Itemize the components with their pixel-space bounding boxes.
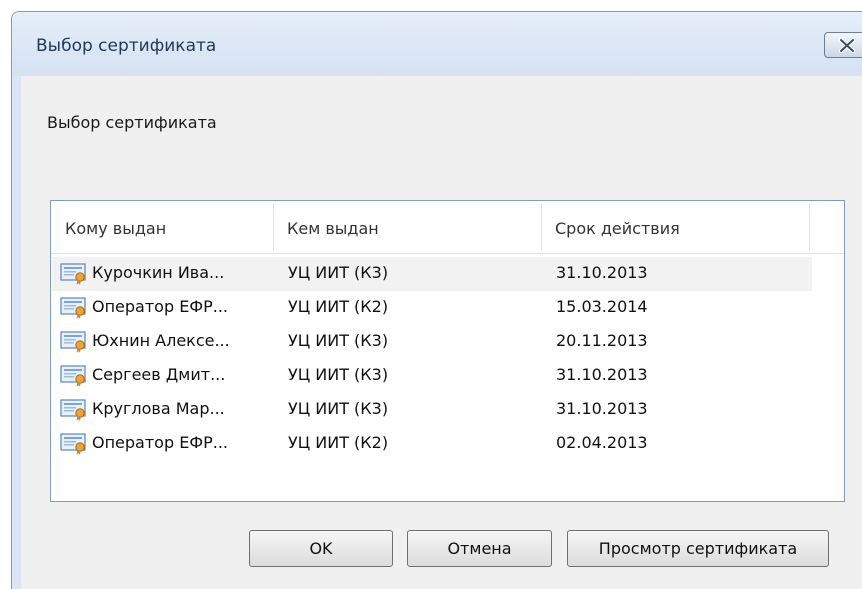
certificate-icon xyxy=(60,433,88,455)
certificate-icon xyxy=(60,263,88,285)
cell-issued-to: Юхнин Алексе... xyxy=(92,331,230,350)
cell-issued-to: Оператор ЕФР... xyxy=(92,433,228,452)
window-title: Выбор сертификата xyxy=(36,36,217,56)
column-divider[interactable] xyxy=(541,203,542,251)
dialog-heading: Выбор сертификата xyxy=(47,113,217,132)
dialog-body: Выбор сертификата Кому выдан Кем выдан С… xyxy=(21,76,862,589)
cell-issued-by: УЦ ИИТ (К3) xyxy=(288,399,389,418)
certificate-icon xyxy=(60,399,88,421)
title-bar[interactable]: Выбор сертификата xyxy=(12,12,862,76)
close-icon xyxy=(839,38,855,53)
cell-issued-to: Оператор ЕФР... xyxy=(92,297,228,316)
button-bar: OK Отмена Просмотр сертификата xyxy=(21,530,862,589)
cell-issued-by: УЦ ИИТ (К3) xyxy=(288,331,389,350)
table-row[interactable]: Круглова Мар... УЦ ИИТ (К3) 31.10.2013 xyxy=(52,393,812,427)
cell-expiry: 15.03.2014 xyxy=(556,297,648,316)
cell-issued-by: УЦ ИИТ (К3) xyxy=(288,365,389,384)
certificate-dialog: Выбор сертификата Выбор сертификата Кому… xyxy=(11,11,862,589)
table-row[interactable]: Юхнин Алексе... УЦ ИИТ (К3) 20.11.2013 xyxy=(52,325,812,359)
column-divider[interactable] xyxy=(273,203,274,251)
cell-expiry: 20.11.2013 xyxy=(556,331,648,350)
certificate-list[interactable]: Кому выдан Кем выдан Срок действия Куроч… xyxy=(50,200,845,502)
list-header: Кому выдан Кем выдан Срок действия xyxy=(51,201,844,254)
cell-issued-by: УЦ ИИТ (К2) xyxy=(288,297,389,316)
view-certificate-button[interactable]: Просмотр сертификата xyxy=(567,530,829,567)
column-issued-to[interactable]: Кому выдан xyxy=(65,219,166,238)
table-row[interactable]: Оператор ЕФР... УЦ ИИТ (К2) 15.03.2014 xyxy=(52,291,812,325)
cell-issued-by: УЦ ИИТ (К2) xyxy=(288,433,389,452)
certificate-icon xyxy=(60,297,88,319)
cell-expiry: 31.10.2013 xyxy=(556,263,648,282)
cell-expiry: 31.10.2013 xyxy=(556,399,648,418)
certificate-icon xyxy=(60,365,88,387)
certificate-icon xyxy=(60,331,88,353)
column-expiry[interactable]: Срок действия xyxy=(555,219,680,238)
cell-issued-to: Круглова Мар... xyxy=(92,399,225,418)
close-button[interactable] xyxy=(824,32,862,58)
column-issued-by[interactable]: Кем выдан xyxy=(287,219,379,238)
cell-issued-to: Сергеев Дмит... xyxy=(92,365,226,384)
cell-issued-to: Курочкин Ива... xyxy=(92,263,225,282)
cell-issued-by: УЦ ИИТ (К3) xyxy=(288,263,389,282)
table-row[interactable]: Оператор ЕФР... УЦ ИИТ (К2) 02.04.2013 xyxy=(52,427,812,461)
cancel-button[interactable]: Отмена xyxy=(407,530,552,567)
table-row[interactable]: Сергеев Дмит... УЦ ИИТ (К3) 31.10.2013 xyxy=(52,359,812,393)
column-divider[interactable] xyxy=(809,203,810,251)
cell-expiry: 31.10.2013 xyxy=(556,365,648,384)
ok-button[interactable]: OK xyxy=(249,530,393,567)
table-row[interactable]: Курочкин Ива... УЦ ИИТ (К3) 31.10.2013 xyxy=(52,257,812,291)
cell-expiry: 02.04.2013 xyxy=(556,433,648,452)
